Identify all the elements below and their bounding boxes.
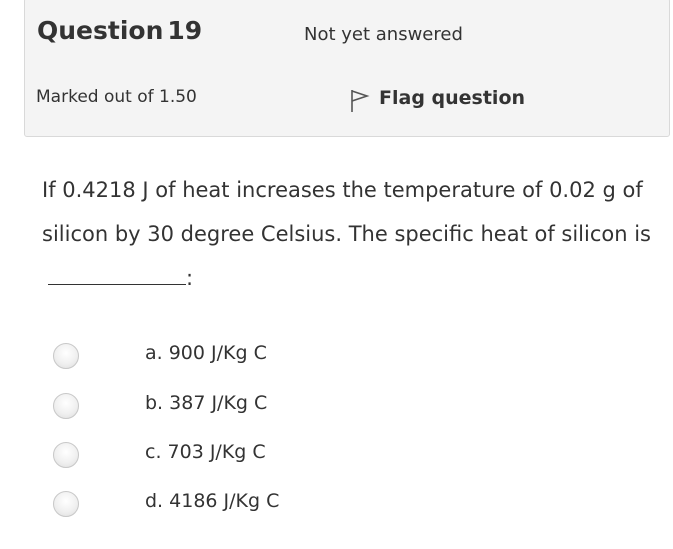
answer-blank [48,264,186,285]
answer-label[interactable]: d. 4186 J/Kg C [145,490,279,512]
question-text: If 0.4218 J of heat increases the temper… [42,168,652,300]
question-text-main: If 0.4218 J of heat increases the temper… [42,178,651,246]
question-state: Not yet answered [304,24,463,45]
radio-button[interactable] [53,343,79,369]
flag-question-label: Flag question [379,87,526,109]
answer-option-d[interactable]: d. 4186 J/Kg C [0,481,673,525]
flag-question-button[interactable]: Flag question [350,83,525,113]
answer-option-c[interactable]: c. 703 J/Kg C [0,432,673,476]
flag-icon [350,89,370,113]
question-label: Question [37,16,164,45]
radio-button[interactable] [53,393,79,419]
answer-label[interactable]: b. 387 J/Kg C [145,392,267,414]
question-text-after-blank: : [186,266,194,290]
question-number-heading: Question 19 [37,16,202,45]
answer-label[interactable]: a. 900 J/Kg C [145,342,267,364]
answer-option-b[interactable]: b. 387 J/Kg C [0,383,673,427]
radio-button[interactable] [53,491,79,517]
radio-button[interactable] [53,442,79,468]
question-number: 19 [167,16,203,45]
question-grade: Marked out of 1.50 [36,87,197,107]
question-info-panel: Question 19 Not yet answered Marked out o… [24,0,670,137]
answer-label[interactable]: c. 703 J/Kg C [145,441,266,463]
answer-option-a[interactable]: a. 900 J/Kg C [0,333,673,377]
